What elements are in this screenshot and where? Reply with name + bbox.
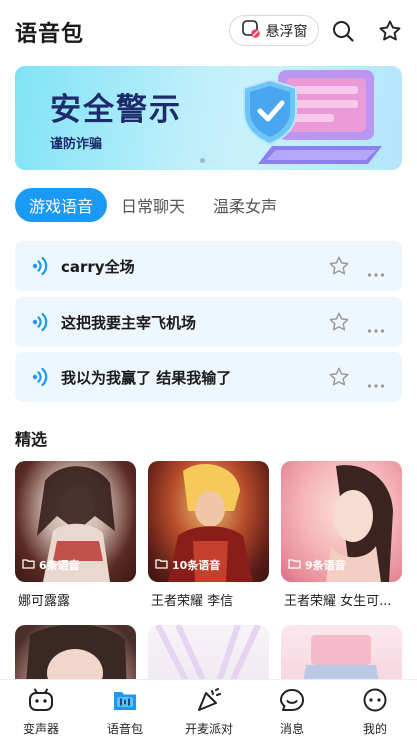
star-icon[interactable] bbox=[378, 19, 402, 43]
nav-label: 开麦派对 bbox=[184, 722, 233, 736]
voice-count-badge: 9条语音 bbox=[288, 557, 346, 573]
float-window-icon bbox=[241, 19, 261, 43]
voice-pack-icon bbox=[112, 688, 138, 716]
pager-dot bbox=[209, 158, 214, 163]
voice-pack-caption: 王者荣耀 李信 bbox=[151, 594, 234, 609]
audio-wave-icon[interactable] bbox=[32, 367, 50, 391]
voice-pack-card[interactable]: 10条语音 bbox=[148, 461, 269, 582]
banner-title: 安全警示 bbox=[50, 92, 182, 128]
tab-daily-chat[interactable]: 日常聊天 bbox=[107, 188, 199, 222]
voice-count-badge: 6条语音 bbox=[22, 557, 80, 573]
tab-gentle-female[interactable]: 温柔女声 bbox=[199, 188, 291, 222]
voice-item[interactable]: 我以为我赢了 结果我输了 bbox=[15, 352, 402, 402]
search-icon[interactable] bbox=[331, 19, 355, 43]
bottom-navigation: 变声器 语音包 开麦派对 消息 我的 bbox=[0, 679, 417, 741]
voice-changer-icon bbox=[28, 688, 54, 716]
voice-pack-caption: 娜可露露 bbox=[18, 594, 71, 609]
nav-label: 语音包 bbox=[106, 722, 143, 736]
featured-section-title: 精选 bbox=[15, 430, 48, 449]
nav-label: 变声器 bbox=[22, 722, 59, 736]
audio-wave-icon[interactable] bbox=[32, 256, 50, 280]
promo-banner[interactable]: 安全警示 谨防诈骗 bbox=[15, 66, 402, 170]
float-window-label: 悬浮窗 bbox=[265, 23, 308, 40]
voice-item[interactable]: carry全场 bbox=[15, 241, 402, 291]
nav-voice-changer[interactable]: 变声器 bbox=[6, 688, 76, 737]
voice-text: carry全场 bbox=[61, 258, 135, 276]
voice-pack-card[interactable]: 9条语音 bbox=[281, 461, 402, 582]
audio-wave-icon[interactable] bbox=[32, 312, 50, 336]
message-icon bbox=[279, 688, 305, 716]
more-options-icon[interactable] bbox=[367, 374, 385, 393]
party-icon bbox=[196, 688, 222, 716]
profile-icon bbox=[362, 688, 388, 716]
banner-subtitle: 谨防诈骗 bbox=[50, 137, 103, 152]
favorite-star-icon[interactable] bbox=[328, 366, 350, 392]
page-title: 语音包 bbox=[15, 22, 85, 47]
tab-game-voice[interactable]: 游戏语音 bbox=[15, 188, 108, 222]
favorite-star-icon[interactable] bbox=[328, 255, 350, 281]
nav-party[interactable]: 开麦派对 bbox=[174, 688, 244, 737]
top-header: 语音包 悬浮窗 bbox=[0, 0, 417, 62]
category-tabs: 游戏语音 日常聊天 温柔女声 bbox=[15, 188, 291, 222]
float-window-button[interactable]: 悬浮窗 bbox=[229, 15, 319, 46]
banner-pager bbox=[200, 158, 214, 163]
favorite-star-icon[interactable] bbox=[328, 311, 350, 337]
voice-text: 这把我要主宰飞机场 bbox=[61, 314, 197, 332]
folder-icon bbox=[155, 558, 168, 572]
more-options-icon[interactable] bbox=[367, 263, 385, 282]
voice-pack-caption: 王者荣耀 女生可... bbox=[284, 594, 392, 609]
nav-label: 我的 bbox=[362, 722, 387, 736]
voice-text: 我以为我赢了 结果我输了 bbox=[61, 369, 232, 387]
folder-icon bbox=[288, 558, 301, 572]
nav-label: 消息 bbox=[279, 722, 304, 736]
security-shield-illustration bbox=[232, 66, 392, 170]
more-options-icon[interactable] bbox=[367, 319, 385, 338]
nav-profile[interactable]: 我的 bbox=[340, 688, 410, 737]
folder-icon bbox=[22, 558, 35, 572]
nav-voice-pack[interactable]: 语音包 bbox=[90, 688, 160, 737]
pager-dot-active bbox=[200, 158, 205, 163]
nav-messages[interactable]: 消息 bbox=[257, 688, 327, 737]
voice-item[interactable]: 这把我要主宰飞机场 bbox=[15, 297, 402, 347]
voice-pack-card[interactable]: 6条语音 bbox=[15, 461, 136, 582]
voice-count-badge: 10条语音 bbox=[155, 557, 220, 573]
